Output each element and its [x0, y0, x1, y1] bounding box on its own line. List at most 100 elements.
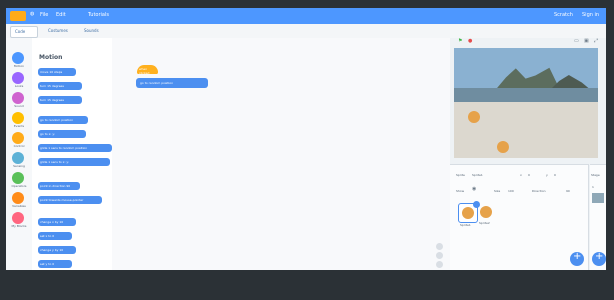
block-point-towards-label: point towards mouse-pointer — [40, 198, 84, 202]
block-go-to-random[interactable]: go to random position — [38, 116, 88, 124]
menu-tutorials[interactable]: Tutorials — [88, 12, 109, 18]
block-change-x-label: change x by 10 — [40, 220, 64, 224]
tab-sounds-label: Sounds — [84, 28, 99, 33]
block-glide-xy-label: glide 1 secs to x: y: — [40, 160, 69, 164]
stage-area: ⚑ ● ▭ ▣ ⤢ Sprite Sprite1 x 0 y 0 Show ◉ … — [450, 38, 606, 270]
category-variables-label: Variables — [12, 204, 26, 208]
show-label: Show — [456, 189, 465, 193]
palette-title: Motion — [39, 54, 63, 61]
backdrop-thumbnail[interactable] — [592, 193, 604, 203]
block-set-y[interactable]: set y to 0 — [38, 260, 72, 268]
category-operators-label: Operators — [11, 184, 27, 188]
size-label: Size — [494, 189, 501, 193]
block-move-steps-label: move 10 steps — [40, 70, 63, 74]
sprite-info-pane: Sprite Sprite1 x 0 y 0 Show ◉ Size 100 D… — [450, 164, 589, 270]
block-turn-left[interactable]: turn 15 degrees — [38, 96, 82, 104]
block-set-y-label: set y to 0 — [40, 262, 55, 266]
block-point-towards[interactable]: point towards mouse-pointer — [38, 196, 102, 204]
x-value[interactable]: 0 — [528, 173, 530, 177]
category-operators-icon[interactable] — [12, 172, 24, 184]
direction-value[interactable]: 90 — [566, 189, 570, 193]
block-change-x[interactable]: change x by 10 — [38, 218, 76, 226]
backdrop-count: 1 — [592, 185, 594, 189]
block-turn-right[interactable]: turn 15 degrees — [38, 82, 82, 90]
script-go-to-random-block[interactable]: go to random position — [136, 78, 208, 88]
stop-icon[interactable]: ● — [468, 38, 472, 44]
category-variables-icon[interactable] — [12, 192, 24, 204]
scratch-logo[interactable] — [10, 11, 26, 21]
event-hat-label: when clicked — [139, 67, 150, 75]
backdrop-label: Stage — [591, 173, 600, 177]
block-glide-random[interactable]: glide 1 secs to random position — [38, 144, 112, 152]
tab-sounds[interactable]: Sounds — [80, 26, 106, 36]
sprite-thumbnail-selected[interactable]: Sprite1 — [458, 201, 480, 227]
sprite-thumb-name-other: Sprite2 — [479, 221, 490, 225]
y-value[interactable]: 0 — [554, 173, 556, 177]
menu-bar: ◍ File Edit Tutorials Scratch Sign in — [6, 8, 606, 24]
stage-sprite-secondary[interactable] — [497, 141, 509, 153]
block-point-direction[interactable]: point in direction 90 — [38, 182, 80, 190]
large-stage-icon[interactable]: ▣ — [584, 38, 589, 44]
block-set-x-label: set x to 0 — [40, 234, 55, 238]
delete-sprite-icon[interactable] — [473, 201, 480, 208]
block-glide-random-label: glide 1 secs to random position — [40, 146, 88, 150]
direction-label: Direction — [532, 189, 546, 193]
block-go-to-xy[interactable]: go to x: y: — [38, 130, 86, 138]
block-set-x[interactable]: set x to 0 — [38, 232, 72, 240]
scratch-editor: ◍ File Edit Tutorials Scratch Sign in Co… — [6, 8, 606, 270]
block-move-steps[interactable]: move 10 steps — [38, 68, 76, 76]
category-events-label: Events — [13, 124, 25, 128]
sprite-thumb-image — [462, 207, 474, 219]
stage-canvas[interactable] — [454, 48, 598, 158]
add-sprite-button[interactable] — [570, 251, 584, 266]
block-point-direction-label: point in direction 90 — [40, 184, 71, 188]
category-control-label: Control — [13, 144, 25, 148]
zoom-out-icon[interactable] — [436, 252, 443, 259]
category-looks-label: Looks — [14, 84, 24, 88]
menu-edit[interactable]: Edit — [56, 12, 66, 18]
block-go-to-xy-label: go to x: y: — [40, 132, 55, 136]
tab-costumes[interactable]: Costumes — [44, 26, 76, 36]
block-change-y[interactable]: change y by 10 — [38, 246, 76, 254]
category-sound-icon[interactable] — [12, 92, 24, 104]
small-stage-icon[interactable]: ▭ — [574, 38, 579, 44]
tab-code-label: Code — [15, 29, 26, 34]
globe-icon[interactable]: ◍ — [30, 11, 34, 17]
menu-scratch[interactable]: Scratch — [554, 12, 573, 18]
block-turn-left-label: turn 15 degrees — [40, 98, 64, 102]
script-go-to-random-label: go to random position — [140, 81, 174, 85]
menu-file[interactable]: File — [40, 12, 48, 18]
category-motion-label: Motion — [13, 64, 25, 68]
menu-sign-in[interactable]: Sign in — [582, 12, 599, 18]
block-glide-xy[interactable]: glide 1 secs to x: y: — [38, 158, 110, 166]
x-label: x — [520, 173, 522, 177]
zoom-reset-icon[interactable] — [436, 261, 443, 268]
sprite-name-field[interactable]: Sprite1 — [472, 173, 483, 177]
stage-backdrop-water — [454, 88, 598, 102]
tab-costumes-label: Costumes — [48, 28, 68, 33]
category-control-icon[interactable] — [12, 132, 24, 144]
category-looks-icon[interactable] — [12, 72, 24, 84]
visible-icon[interactable]: ◉ — [472, 186, 476, 192]
category-events-icon[interactable] — [12, 112, 24, 124]
sprite-thumb-name: Sprite1 — [460, 223, 471, 227]
block-turn-right-label: turn 15 degrees — [40, 84, 64, 88]
category-motion-icon[interactable] — [12, 52, 24, 64]
green-flag-icon[interactable]: ⚑ — [458, 38, 462, 44]
category-sound-label: Sound — [14, 104, 24, 108]
editor-tabs: Code Costumes Sounds — [6, 24, 606, 39]
add-backdrop-button[interactable] — [592, 251, 606, 266]
tab-code[interactable]: Code — [10, 26, 38, 38]
sprite-label: Sprite — [456, 173, 465, 177]
monitor-frame: ◍ File Edit Tutorials Scratch Sign in Co… — [0, 0, 614, 300]
script-workspace[interactable]: when clicked go to random position — [112, 38, 451, 270]
sprite-thumbnail-other[interactable] — [480, 206, 492, 218]
category-sensing-icon[interactable] — [12, 152, 24, 164]
event-hat-block[interactable]: when clicked — [137, 65, 158, 75]
size-value[interactable]: 100 — [508, 189, 514, 193]
fullscreen-icon[interactable]: ⤢ — [594, 38, 598, 44]
category-my-blocks-icon[interactable] — [12, 212, 24, 224]
block-palette: Motion move 10 steps turn 15 degrees tur… — [32, 38, 113, 270]
zoom-in-icon[interactable] — [436, 243, 443, 250]
stage-sprite[interactable] — [468, 111, 480, 123]
